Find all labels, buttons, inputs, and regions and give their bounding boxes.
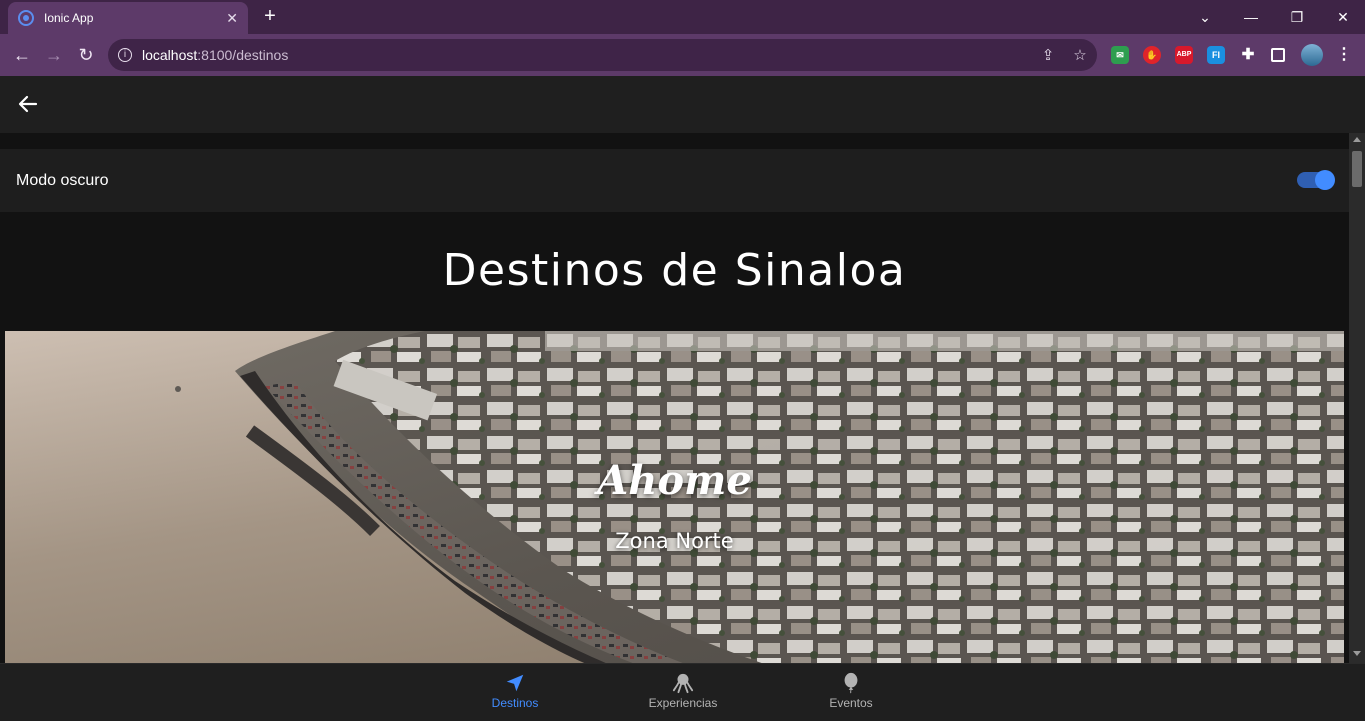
scroll-up-arrow-icon[interactable] bbox=[1353, 137, 1361, 142]
extensions-puzzle-icon[interactable]: ✚ bbox=[1239, 46, 1257, 64]
page-scrollbar[interactable] bbox=[1349, 133, 1365, 663]
dark-mode-toggle[interactable] bbox=[1297, 170, 1335, 190]
destination-zone: Zona Norte bbox=[615, 529, 734, 553]
bookmark-star-icon[interactable]: ☆ bbox=[1070, 46, 1090, 66]
site-info-icon[interactable]: i bbox=[118, 48, 132, 62]
tab-eventos[interactable]: Eventos bbox=[791, 672, 911, 716]
page-title: Destinos de Sinaloa bbox=[442, 245, 907, 296]
octopus-icon bbox=[672, 673, 694, 694]
url-path: :8100/destinos bbox=[197, 47, 289, 63]
mail-extension-icon[interactable]: ✉ bbox=[1111, 46, 1129, 64]
back-arrow-icon[interactable] bbox=[16, 92, 40, 116]
address-bar[interactable]: i localhost:8100/destinos bbox=[108, 39, 1097, 71]
tab-search-icon[interactable]: ⌄ bbox=[1183, 0, 1227, 34]
destination-card[interactable]: Ahome Zona Norte bbox=[5, 331, 1344, 663]
scroll-down-arrow-icon[interactable] bbox=[1353, 651, 1361, 656]
close-tab-icon[interactable]: ✕ bbox=[226, 10, 238, 27]
toggle-knob bbox=[1315, 170, 1335, 190]
url-host: localhost bbox=[142, 47, 198, 63]
tab-label: Experiencias bbox=[648, 696, 718, 710]
dark-mode-label: Modo oscuro bbox=[16, 171, 109, 189]
reload-icon[interactable]: ↻ bbox=[73, 42, 99, 68]
share-icon[interactable]: ⇪ bbox=[1038, 46, 1058, 66]
tab-destinos[interactable]: Destinos bbox=[455, 672, 575, 716]
stop-extension-icon[interactable]: ✋ bbox=[1143, 46, 1161, 64]
minimize-icon[interactable]: — bbox=[1229, 0, 1273, 34]
browser-tab[interactable]: Ionic App ✕ bbox=[8, 2, 248, 34]
restore-icon[interactable]: ❐ bbox=[1275, 0, 1319, 34]
close-window-icon[interactable]: ✕ bbox=[1321, 0, 1365, 34]
adblock-extension-icon[interactable]: ABP bbox=[1175, 46, 1193, 64]
tab-experiencias[interactable]: Experiencias bbox=[623, 672, 743, 716]
destination-name: Ahome bbox=[597, 457, 752, 504]
tab-label: Destinos bbox=[491, 696, 539, 710]
navigate-icon bbox=[506, 674, 524, 692]
side-panel-icon[interactable] bbox=[1271, 48, 1285, 62]
scroll-thumb[interactable] bbox=[1352, 151, 1362, 187]
bottom-tab-bar: Destinos Experiencias Eventos bbox=[0, 663, 1365, 721]
browser-titlebar: Ionic App ✕ + ⌄ — ❐ ✕ bbox=[0, 0, 1365, 34]
tab-label: Eventos bbox=[829, 696, 873, 710]
balloon-icon bbox=[844, 672, 858, 694]
new-tab-button[interactable]: + bbox=[258, 5, 282, 29]
dark-mode-item: Modo oscuro bbox=[0, 149, 1349, 212]
back-nav-icon[interactable]: ← bbox=[9, 42, 35, 68]
page-content: Modo oscuro Destinos de Sinaloa Ahome Zo… bbox=[0, 133, 1349, 663]
app-header bbox=[0, 76, 1365, 133]
browser-menu-icon[interactable]: ⋮ bbox=[1335, 46, 1353, 64]
forward-nav-icon[interactable]: → bbox=[41, 42, 67, 68]
tab-title: Ionic App bbox=[44, 11, 94, 25]
ionic-favicon-icon bbox=[18, 10, 34, 26]
fi-extension-icon[interactable]: FI bbox=[1207, 46, 1225, 64]
profile-avatar[interactable] bbox=[1301, 44, 1323, 66]
